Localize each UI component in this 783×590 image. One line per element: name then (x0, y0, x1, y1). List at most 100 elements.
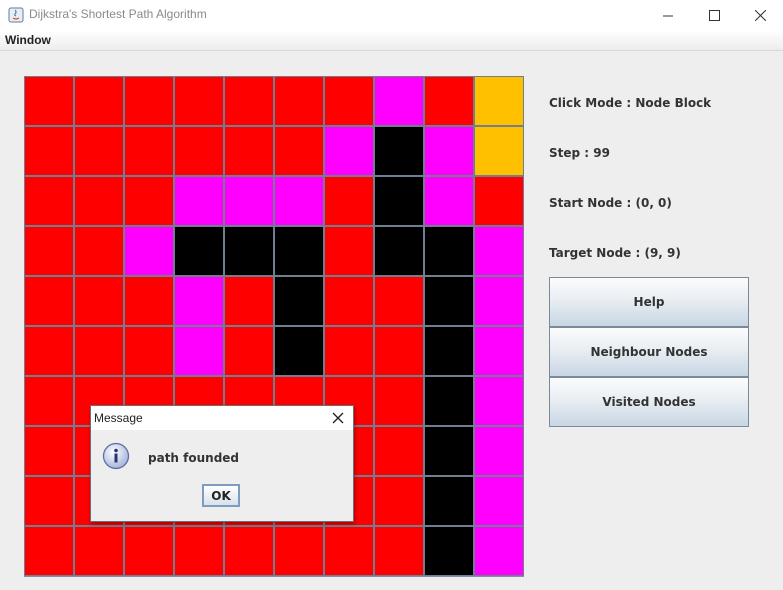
grid-cell[interactable] (374, 226, 424, 276)
grid-cell[interactable] (424, 76, 474, 126)
grid-cell[interactable] (124, 176, 174, 226)
grid-cell[interactable] (24, 426, 74, 476)
close-icon (332, 412, 344, 424)
grid-cell[interactable] (274, 126, 324, 176)
grid-cell[interactable] (474, 326, 524, 376)
grid-cell[interactable] (474, 376, 524, 426)
grid-cell[interactable] (24, 376, 74, 426)
grid-cell[interactable] (174, 526, 224, 576)
close-icon (754, 9, 766, 21)
grid-cell[interactable] (474, 226, 524, 276)
menu-window[interactable]: Window (5, 33, 51, 47)
grid-cell[interactable] (374, 176, 424, 226)
grid-cell[interactable] (474, 76, 524, 126)
grid-cell[interactable] (74, 126, 124, 176)
grid-cell[interactable] (424, 126, 474, 176)
grid-cell[interactable] (324, 276, 374, 326)
grid-cell[interactable] (274, 76, 324, 126)
minimize-button[interactable] (645, 0, 691, 30)
grid-cell[interactable] (224, 526, 274, 576)
grid-cell[interactable] (424, 376, 474, 426)
grid-cell[interactable] (224, 176, 274, 226)
grid-cell[interactable] (24, 76, 74, 126)
grid-cell[interactable] (74, 276, 124, 326)
grid-cell[interactable] (74, 226, 124, 276)
dialog-title: Message (94, 411, 143, 425)
grid-cell[interactable] (424, 476, 474, 526)
grid-cell[interactable] (224, 76, 274, 126)
grid-cell[interactable] (24, 126, 74, 176)
grid-cell[interactable] (274, 176, 324, 226)
grid-cell[interactable] (74, 526, 124, 576)
grid-cell[interactable] (424, 276, 474, 326)
grid-cell[interactable] (324, 526, 374, 576)
grid-cell[interactable] (124, 126, 174, 176)
visited-nodes-button[interactable]: Visited Nodes (549, 377, 749, 427)
message-dialog: Message path founded OK (90, 405, 354, 522)
grid-cell[interactable] (374, 526, 424, 576)
grid-cell[interactable] (24, 326, 74, 376)
maximize-button[interactable] (691, 0, 737, 30)
grid-cell[interactable] (174, 126, 224, 176)
grid-cell[interactable] (474, 176, 524, 226)
grid-cell[interactable] (174, 76, 224, 126)
grid-cell[interactable] (174, 176, 224, 226)
neighbour-nodes-button[interactable]: Neighbour Nodes (549, 327, 749, 377)
grid-cell[interactable] (374, 426, 424, 476)
grid-cell[interactable] (474, 526, 524, 576)
grid-cell[interactable] (324, 126, 374, 176)
grid-cell[interactable] (224, 126, 274, 176)
grid-cell[interactable] (374, 276, 424, 326)
grid-cell[interactable] (474, 426, 524, 476)
grid-cell[interactable] (424, 526, 474, 576)
grid-cell[interactable] (124, 76, 174, 126)
grid-cell[interactable] (324, 176, 374, 226)
grid-cell[interactable] (474, 276, 524, 326)
grid-cell[interactable] (74, 176, 124, 226)
info-icon (102, 442, 130, 470)
close-window-button[interactable] (737, 0, 783, 30)
grid-cell[interactable] (124, 326, 174, 376)
grid-cell[interactable] (374, 476, 424, 526)
grid-cell[interactable] (424, 176, 474, 226)
ok-button[interactable]: OK (202, 484, 240, 507)
grid-cell[interactable] (124, 226, 174, 276)
grid-cell[interactable] (174, 226, 224, 276)
grid-cell[interactable] (424, 226, 474, 276)
grid-cell[interactable] (474, 126, 524, 176)
grid-cell[interactable] (474, 476, 524, 526)
grid-cell[interactable] (24, 276, 74, 326)
grid-cell[interactable] (274, 226, 324, 276)
grid-cell[interactable] (24, 176, 74, 226)
dialog-close-button[interactable] (327, 407, 349, 429)
minimize-icon (662, 15, 673, 16)
grid-cell[interactable] (374, 376, 424, 426)
help-button[interactable]: Help (549, 277, 749, 327)
grid-cell[interactable] (274, 526, 324, 576)
grid-cell[interactable] (324, 326, 374, 376)
grid-cell[interactable] (174, 276, 224, 326)
grid-cell[interactable] (24, 226, 74, 276)
grid-cell[interactable] (24, 526, 74, 576)
grid-cell[interactable] (24, 476, 74, 526)
grid-cell[interactable] (74, 76, 124, 126)
grid-cell[interactable] (324, 226, 374, 276)
grid-cell[interactable] (174, 326, 224, 376)
grid-cell[interactable] (424, 326, 474, 376)
grid-cell[interactable] (224, 226, 274, 276)
grid-cell[interactable] (224, 326, 274, 376)
grid-cell[interactable] (74, 326, 124, 376)
grid-cell[interactable] (374, 126, 424, 176)
grid-cell[interactable] (224, 276, 274, 326)
grid-cell[interactable] (424, 426, 474, 476)
grid-cell[interactable] (274, 326, 324, 376)
dialog-message: path founded (148, 451, 240, 465)
grid-cell[interactable] (374, 76, 424, 126)
grid-cell[interactable] (124, 276, 174, 326)
target-node-label: Target Node : (9, 9) (549, 246, 681, 260)
grid-cell[interactable] (274, 276, 324, 326)
grid-cell[interactable] (324, 76, 374, 126)
grid-cell[interactable] (124, 526, 174, 576)
dialog-title-bar: Message (91, 406, 353, 430)
grid-cell[interactable] (374, 326, 424, 376)
